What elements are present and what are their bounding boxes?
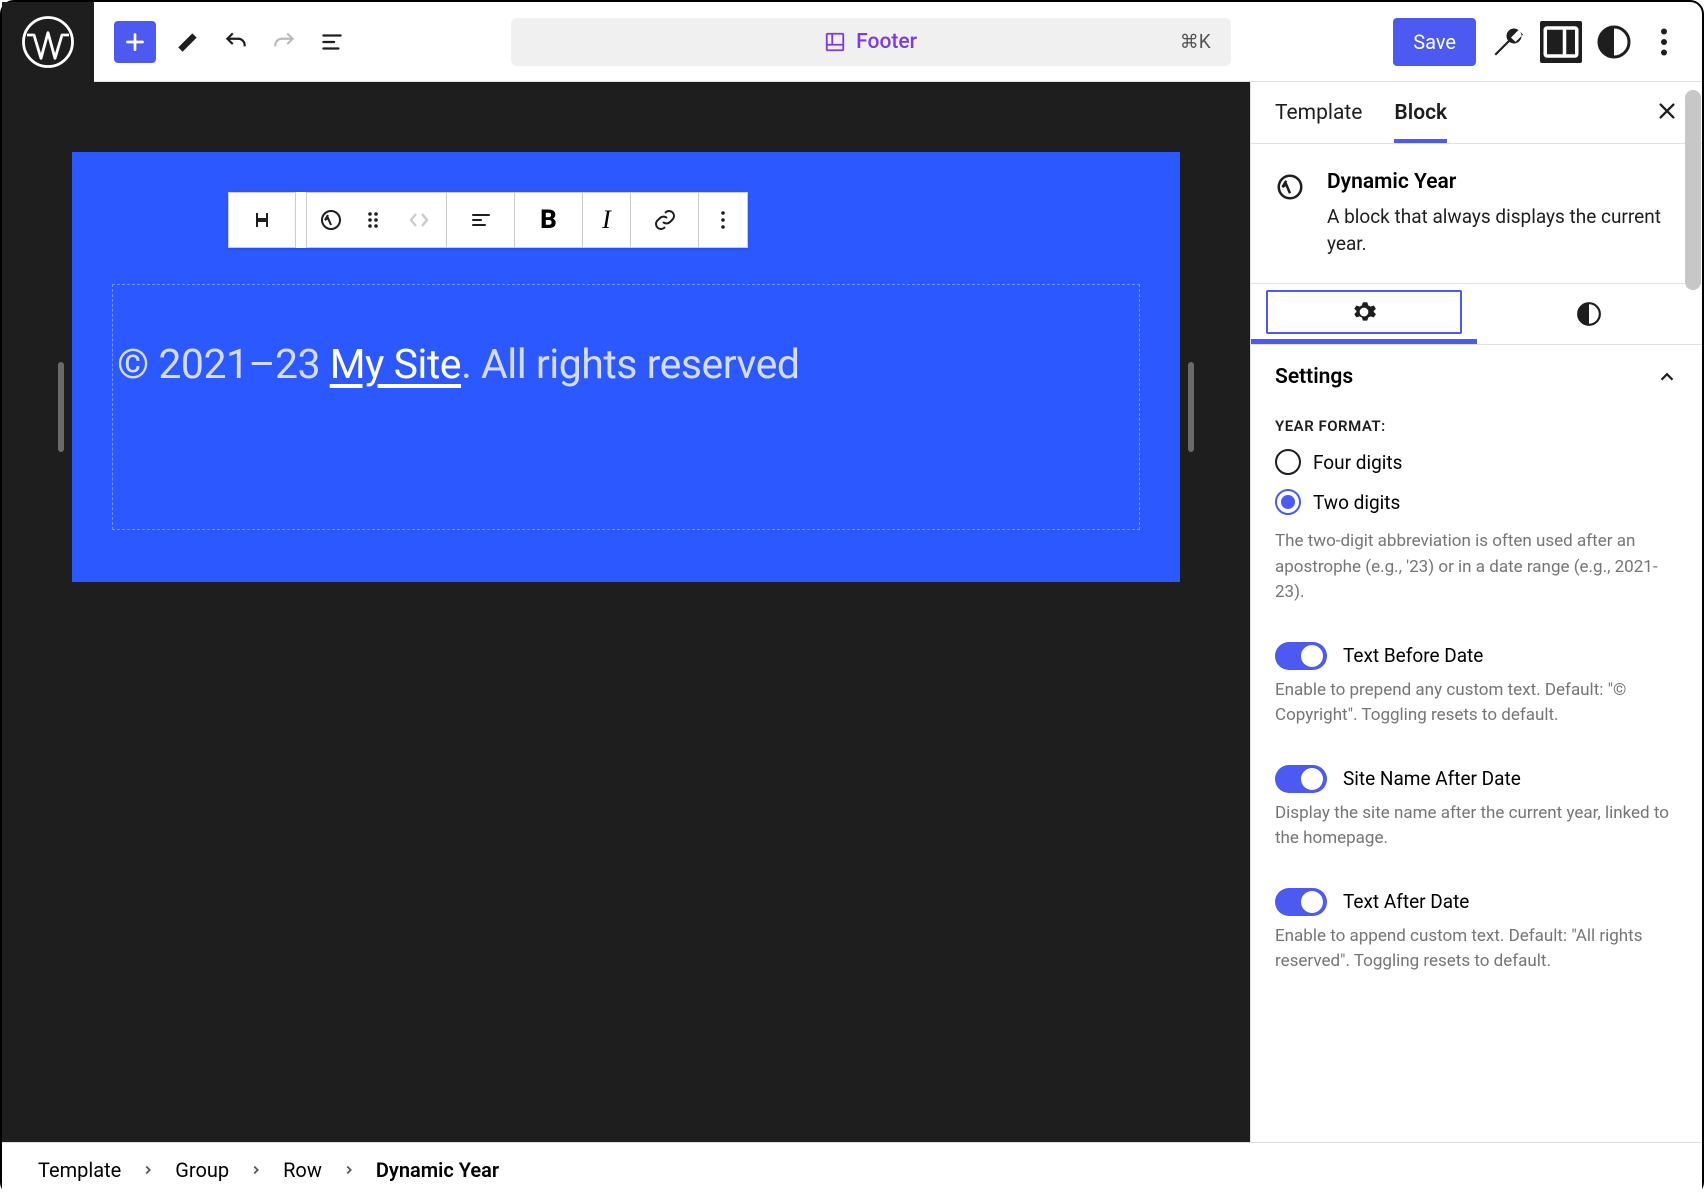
breadcrumb-bar: Template Group Row Dynamic Year [2, 1142, 1702, 1196]
edit-icon[interactable] [172, 26, 204, 58]
tab-block[interactable]: Block [1394, 83, 1447, 143]
template-name: Footer [856, 30, 917, 54]
align-button[interactable] [447, 192, 515, 248]
footer-template-part[interactable]: B I © 2021–23 My Site. All rights reserv… [72, 152, 1180, 582]
tools-icon[interactable] [1490, 24, 1526, 60]
chevron-right-icon [141, 1158, 155, 1182]
layout-icon [824, 31, 846, 53]
more-options-icon[interactable] [1646, 24, 1682, 60]
document-outline-icon[interactable] [316, 26, 348, 58]
dynamic-year-icon [1275, 172, 1305, 202]
footer-site-link[interactable]: My Site [330, 341, 461, 389]
resize-handle-left[interactable] [58, 362, 64, 452]
toggle-text-after-help: Enable to append custom text. Default: "… [1275, 924, 1678, 975]
toggle-switch-icon [1275, 888, 1327, 916]
breadcrumb-item[interactable]: Group [175, 1158, 229, 1182]
radio-two-digits[interactable]: Two digits [1275, 489, 1678, 515]
scrollbar[interactable] [1685, 90, 1701, 290]
save-button[interactable]: Save [1393, 18, 1476, 66]
chevron-up-icon [1656, 366, 1678, 388]
chevron-right-icon [249, 1158, 263, 1182]
styles-tab-button[interactable] [1477, 284, 1703, 344]
year-format-label: YEAR FORMAT: [1275, 417, 1678, 435]
block-toolbar: B I [228, 192, 748, 248]
footer-prefix-text: © 2021–23 [117, 341, 330, 389]
toggle-text-before-help: Enable to prepend any custom text. Defau… [1275, 678, 1678, 729]
block-title: Dynamic Year [1327, 170, 1678, 194]
keyboard-shortcut: ⌘K [1180, 30, 1211, 53]
radio-checked-icon [1275, 489, 1301, 515]
settings-sidebar-toggle[interactable] [1540, 21, 1582, 63]
redo-icon[interactable] [268, 26, 300, 58]
breadcrumb-item[interactable]: Dynamic Year [376, 1158, 499, 1182]
styles-icon[interactable] [1596, 24, 1632, 60]
wordpress-logo[interactable] [2, 2, 94, 82]
bold-button[interactable]: B [515, 192, 583, 248]
contrast-icon [1576, 301, 1602, 327]
italic-button[interactable]: I [583, 192, 631, 248]
add-block-button[interactable] [114, 21, 156, 63]
breadcrumb-item[interactable]: Template [38, 1158, 121, 1182]
toggle-switch-icon [1275, 642, 1327, 670]
block-description: A block that always displays the current… [1327, 204, 1678, 257]
toggle-sitename-help: Display the site name after the current … [1275, 801, 1678, 852]
breadcrumb-item[interactable]: Row [283, 1158, 322, 1182]
toggle-text-before[interactable]: Text Before Date [1275, 642, 1678, 670]
undo-icon[interactable] [220, 26, 252, 58]
select-parent-button[interactable] [228, 192, 296, 248]
paragraph-block[interactable]: © 2021–23 My Site. All rights reserved [112, 284, 1140, 530]
block-more-options[interactable] [699, 192, 747, 248]
settings-tab-button[interactable] [1251, 284, 1477, 344]
gear-icon [1351, 299, 1377, 325]
radio-four-digits[interactable]: Four digits [1275, 449, 1678, 475]
settings-sidebar: Template Block Dynamic Year A block that… [1250, 82, 1702, 1142]
close-sidebar-button[interactable] [1656, 100, 1678, 126]
toggle-sitename-after[interactable]: Site Name After Date [1275, 765, 1678, 793]
tab-template[interactable]: Template [1275, 83, 1362, 143]
footer-suffix-text: . All rights reserved [461, 341, 799, 389]
settings-panel-toggle[interactable]: Settings [1275, 365, 1678, 389]
radio-icon [1275, 449, 1301, 475]
drag-handle-icon[interactable] [355, 192, 391, 248]
settings-panel-label: Settings [1275, 365, 1353, 389]
link-button[interactable] [631, 192, 699, 248]
editor-canvas[interactable]: B I © 2021–23 My Site. All rights reserv… [2, 82, 1250, 1142]
block-type-icon[interactable] [307, 192, 355, 248]
chevron-right-icon [342, 1158, 356, 1182]
toggle-text-after[interactable]: Text After Date [1275, 888, 1678, 916]
year-format-help: The two-digit abbreviation is often used… [1275, 529, 1678, 606]
resize-handle-right[interactable] [1188, 362, 1194, 452]
move-arrows-icon[interactable] [391, 192, 447, 248]
toggle-switch-icon [1275, 765, 1327, 793]
template-selector[interactable]: Footer ⌘K [511, 18, 1231, 66]
